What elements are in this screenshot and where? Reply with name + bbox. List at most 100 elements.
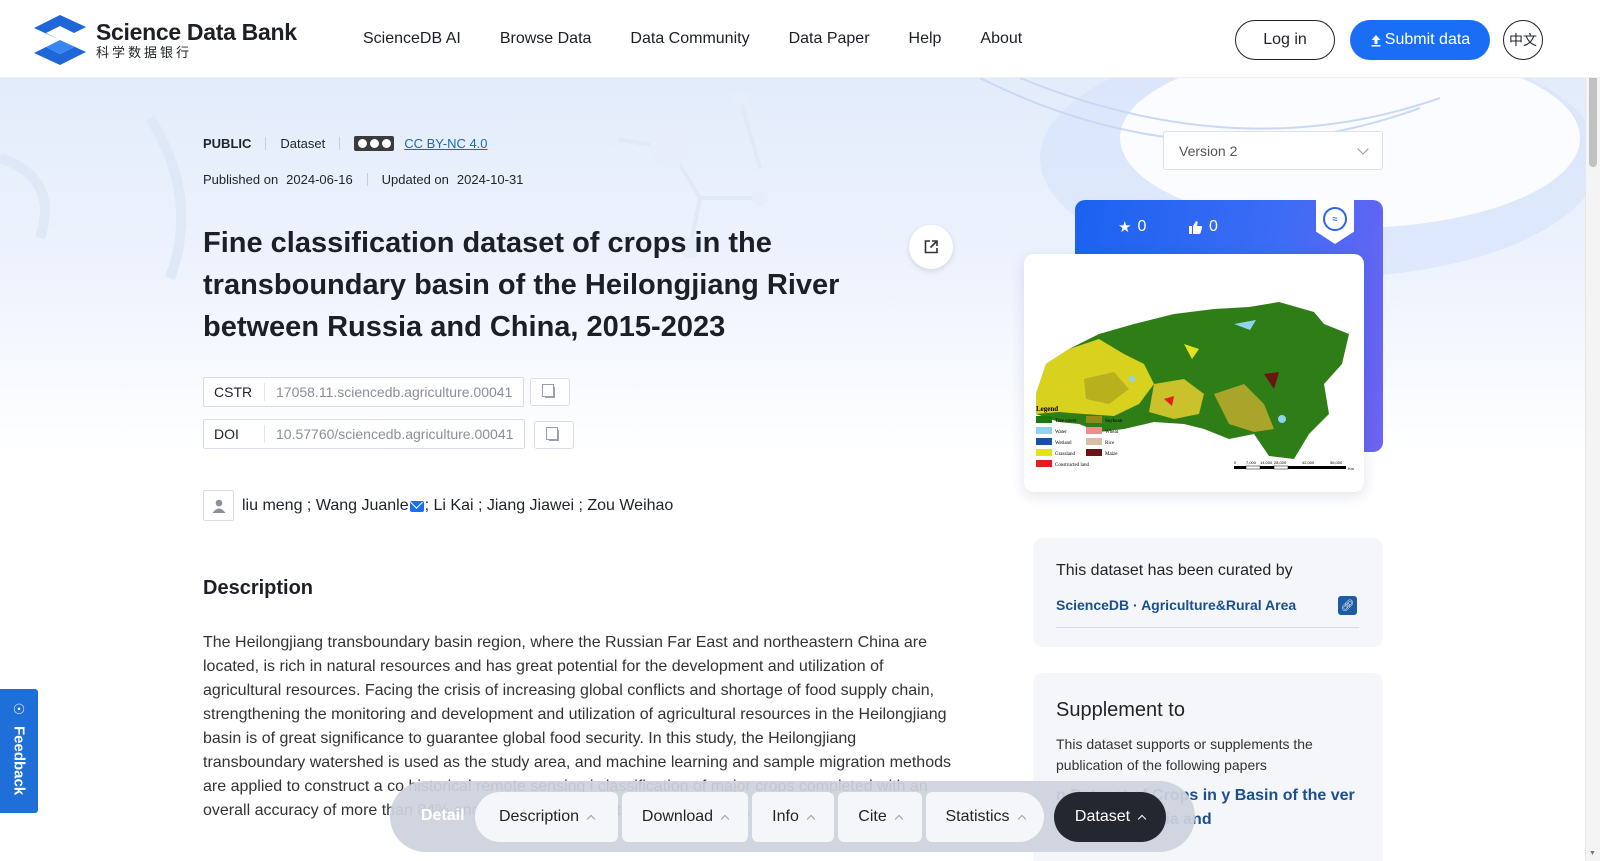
legend-swatch <box>1086 449 1102 456</box>
chevron-down-icon <box>1357 142 1369 155</box>
tab-dataset-label: Dataset <box>1074 808 1131 825</box>
legend-swatch <box>1086 416 1102 423</box>
legend-label: Maize <box>1105 452 1118 457</box>
main-nav: ScienceDB AI Browse Data Data Community … <box>363 30 1061 48</box>
login-button[interactable]: Log in <box>1235 20 1335 60</box>
authors-text-rest[interactable]: ; Li Kai ; Jiang Jiawei ; Zou Weihao <box>425 497 674 515</box>
star-icon: ★ <box>1118 219 1132 236</box>
legend-label: Wheat <box>1105 430 1119 435</box>
share-button[interactable] <box>909 225 953 269</box>
nav-about[interactable]: About <box>980 30 1022 48</box>
access-badge: PUBLIC <box>203 136 252 151</box>
link-icon[interactable]: 🔗︎ <box>1338 596 1357 615</box>
divider <box>1056 627 1359 628</box>
legend-swatch <box>1036 438 1052 445</box>
feedback-tab[interactable]: ☉ Feedback <box>0 689 38 813</box>
copy-icon <box>542 383 555 398</box>
copy-cstr-button[interactable] <box>530 378 570 406</box>
thumbs-up-icon <box>1189 220 1203 234</box>
divider <box>366 173 368 186</box>
published-date: 2024-06-16 <box>286 172 353 187</box>
tab-statistics[interactable]: Statistics <box>926 792 1044 842</box>
updated-label: Updated on <box>381 172 449 187</box>
nav-sciencedb-ai[interactable]: ScienceDB AI <box>363 30 461 48</box>
curated-by-panel: This dataset has been curated by Science… <box>1033 538 1383 647</box>
tab-download-label: Download <box>641 808 714 825</box>
tab-download[interactable]: Download <box>622 792 748 842</box>
legend-swatch <box>1036 460 1052 467</box>
version-select[interactable]: Version 2 <box>1163 131 1383 170</box>
copy-doi-button[interactable] <box>534 421 574 449</box>
curated-text: This dataset has been curated by <box>1056 562 1293 579</box>
scale-tick-label: 42,000 <box>1302 460 1315 465</box>
top-header: Science Data Bank 科学数据银行 ScienceDB AI Br… <box>0 0 1600 78</box>
language-toggle[interactable]: 中文 <box>1503 20 1543 60</box>
scale-tick-label: 0 <box>1234 460 1237 465</box>
nav-data-community[interactable]: Data Community <box>630 30 749 48</box>
scale-tick-label: 56,000 <box>1330 460 1343 465</box>
curator-link[interactable]: ScienceDB · Agriculture&Rural Area <box>1056 597 1296 613</box>
star-count[interactable]: ★ 0 <box>1118 218 1146 236</box>
doi-field: DOI 10.57760/sciencedb.agriculture.00041 <box>203 419 526 449</box>
map-figure: Legend Tree cover Water Wetland Grassland Co… <box>1036 302 1355 471</box>
like-count[interactable]: 0 <box>1188 218 1218 236</box>
logo-title: Science Data Bank <box>96 19 297 45</box>
tab-description[interactable]: Description <box>475 792 618 842</box>
logo-icon <box>34 15 86 65</box>
chevron-up-icon <box>894 814 903 824</box>
author-list: liu meng ; Wang Juanle ; Li Kai ; Jiang … <box>242 497 673 515</box>
published-label: Published on <box>203 172 279 187</box>
resource-type: Dataset <box>280 136 326 151</box>
author-icon <box>203 490 234 521</box>
scroll-down-arrow-icon[interactable]: ▼ <box>1589 850 1596 857</box>
feedback-label: Feedback <box>10 726 28 796</box>
legend-swatch <box>1036 449 1052 456</box>
updated-date: 2024-10-31 <box>456 172 524 187</box>
page-scrollbar[interactable]: ▲ ▼ <box>1585 0 1600 861</box>
upload-icon <box>1371 34 1381 46</box>
tab-dataset[interactable]: Dataset <box>1054 792 1166 842</box>
license-link[interactable]: CC BY-NC 4.0 <box>404 136 487 151</box>
logo[interactable]: Science Data Bank 科学数据银行 <box>32 13 297 67</box>
divider <box>265 137 267 150</box>
legend-swatch <box>1086 427 1102 434</box>
scale-tick-label: 28,000 <box>1274 460 1287 465</box>
dataset-preview-image[interactable]: Legend Tree cover Water Wetland Grassland Co… <box>1024 254 1364 492</box>
legend-label: Water <box>1055 430 1067 435</box>
tab-cite[interactable]: Cite <box>838 792 922 842</box>
copy-icon <box>546 426 559 441</box>
doi-value: 10.57760/sciencedb.agriculture.00041 <box>276 426 514 442</box>
submit-data-button[interactable]: Submit data <box>1350 20 1490 60</box>
version-value: Version 2 <box>1179 142 1238 159</box>
legend-label: Tree cover <box>1055 419 1077 424</box>
legend-label: Grassland <box>1055 452 1075 457</box>
divider <box>339 137 341 150</box>
feedback-icon: ☉ <box>12 701 26 717</box>
sciencedb-badge-icon: ≈ <box>1323 207 1347 231</box>
star-count-value: 0 <box>1137 218 1147 235</box>
dataset-title: Fine classification dataset of crops in … <box>203 227 840 343</box>
mail-icon[interactable] <box>409 500 424 512</box>
description-heading: Description <box>203 577 314 599</box>
chevron-up-icon <box>720 814 730 824</box>
legend-label: Rice <box>1105 441 1115 446</box>
scale-unit: Km <box>1348 466 1355 471</box>
nav-data-paper[interactable]: Data Paper <box>789 30 870 48</box>
cstr-field: CSTR 17058.11.sciencedb.agriculture.0004… <box>203 377 525 407</box>
submit-data-label: Submit data <box>1384 31 1471 48</box>
legend-label: Constructed land <box>1055 463 1090 468</box>
nav-help[interactable]: Help <box>909 30 942 48</box>
scale-tick-label: 7,000 <box>1246 460 1257 465</box>
tab-info[interactable]: Info <box>752 792 834 842</box>
legend-title: Legend <box>1036 405 1058 413</box>
legend-label: Wetland <box>1055 441 1072 446</box>
supplement-heading: Supplement to <box>1056 699 1185 721</box>
authors-text[interactable]: liu meng ; Wang Juanle <box>242 497 409 515</box>
nav-browse-data[interactable]: Browse Data <box>500 30 592 48</box>
legend-label: Soybean <box>1105 419 1123 424</box>
legend-swatch <box>1086 438 1102 445</box>
chevron-up-icon <box>806 814 816 824</box>
cc-license-icon <box>354 136 395 151</box>
chevron-up-icon <box>1137 814 1147 824</box>
doi-label: DOI <box>204 425 265 443</box>
